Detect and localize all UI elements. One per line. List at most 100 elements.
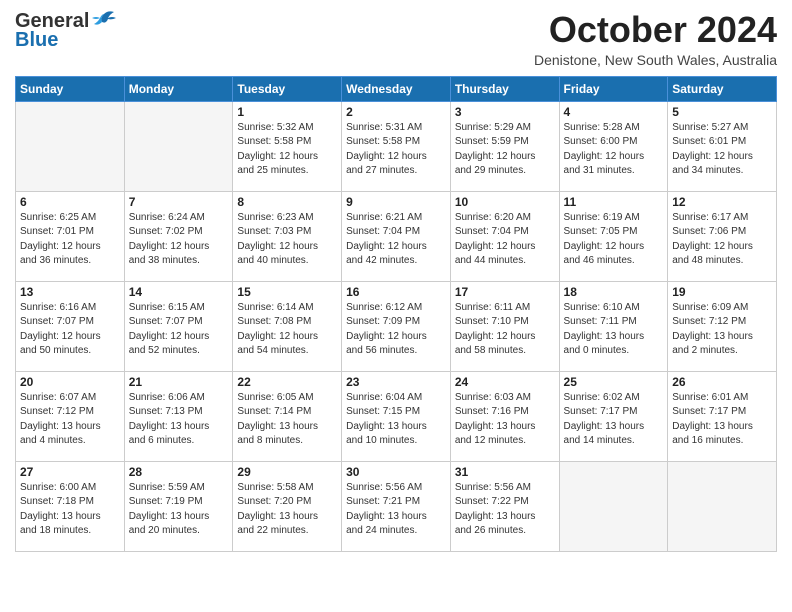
day-number: 11 [564, 195, 664, 209]
week-row-1: 1 Sunrise: 5:32 AMSunset: 5:58 PMDaylight… [16, 101, 777, 191]
day-info: Sunrise: 6:12 AMSunset: 7:09 PMDaylight:… [346, 301, 446, 359]
day-info: Sunrise: 6:21 AMSunset: 7:04 PMDaylight:… [346, 211, 446, 269]
day-number: 23 [346, 375, 446, 389]
calendar-cell: 28 Sunrise: 5:59 AMSunset: 7:19 PMDayligh… [124, 461, 233, 551]
calendar-cell [668, 461, 777, 551]
day-number: 17 [455, 285, 555, 299]
day-number: 7 [129, 195, 229, 209]
day-info: Sunrise: 5:59 AMSunset: 7:19 PMDaylight:… [129, 481, 229, 539]
day-info: Sunrise: 5:32 AMSunset: 5:58 PMDaylight:… [237, 121, 337, 179]
day-number: 1 [237, 105, 337, 119]
calendar-cell: 19 Sunrise: 6:09 AMSunset: 7:12 PMDayligh… [668, 281, 777, 371]
day-info: Sunrise: 6:15 AMSunset: 7:07 PMDaylight:… [129, 301, 229, 359]
day-info: Sunrise: 5:31 AMSunset: 5:58 PMDaylight:… [346, 121, 446, 179]
day-info: Sunrise: 6:16 AMSunset: 7:07 PMDaylight:… [20, 301, 120, 359]
day-number: 28 [129, 465, 229, 479]
calendar-cell: 16Sunrise: 6:12 AMSunset: 7:09 PMDayligh… [342, 281, 451, 371]
day-number: 15 [237, 285, 337, 299]
day-number: 3 [455, 105, 555, 119]
calendar-cell: 2 Sunrise: 5:31 AMSunset: 5:58 PMDaylight… [342, 101, 451, 191]
day-info: Sunrise: 5:58 AMSunset: 7:20 PMDaylight:… [237, 481, 337, 539]
day-info: Sunrise: 6:10 AMSunset: 7:11 PMDaylight:… [564, 301, 664, 359]
day-info: Sunrise: 6:04 AMSunset: 7:15 PMDaylight:… [346, 391, 446, 449]
day-of-week-tuesday: Tuesday [233, 76, 342, 101]
calendar-cell: 13 Sunrise: 6:16 AMSunset: 7:07 PMDayligh… [16, 281, 125, 371]
day-number: 29 [237, 465, 337, 479]
calendar-header: SundayMondayTuesdayWednesdayThursdayFrid… [16, 76, 777, 101]
calendar-cell: 18 Sunrise: 6:10 AMSunset: 7:11 PMDayligh… [559, 281, 668, 371]
calendar-cell: 5 Sunrise: 5:27 AMSunset: 6:01 PMDaylight… [668, 101, 777, 191]
calendar-cell [16, 101, 125, 191]
day-info: Sunrise: 6:14 AMSunset: 7:08 PMDaylight:… [237, 301, 337, 359]
calendar-cell: 15 Sunrise: 6:14 AMSunset: 7:08 PMDayligh… [233, 281, 342, 371]
day-number: 2 [346, 105, 446, 119]
day-number: 14 [129, 285, 229, 299]
week-row-4: 20Sunrise: 6:07 AMSunset: 7:12 PMDayligh… [16, 371, 777, 461]
day-info: Sunrise: 6:00 AMSunset: 7:18 PMDaylight:… [20, 481, 120, 539]
calendar-cell: 26 Sunrise: 6:01 AMSunset: 7:17 PMDayligh… [668, 371, 777, 461]
day-info: Sunrise: 6:06 AMSunset: 7:13 PMDaylight:… [129, 391, 229, 449]
day-info: Sunrise: 6:01 AMSunset: 7:17 PMDaylight:… [672, 391, 772, 449]
calendar-cell: 31 Sunrise: 5:56 AMSunset: 7:22 PMDayligh… [450, 461, 559, 551]
days-of-week-row: SundayMondayTuesdayWednesdayThursdayFrid… [16, 76, 777, 101]
day-of-week-friday: Friday [559, 76, 668, 101]
calendar-cell [124, 101, 233, 191]
calendar-cell: 10 Sunrise: 6:20 AMSunset: 7:04 PMDayligh… [450, 191, 559, 281]
day-info: Sunrise: 5:56 AMSunset: 7:21 PMDaylight:… [346, 481, 446, 539]
day-number: 5 [672, 105, 772, 119]
logo-blue-text: Blue [15, 29, 58, 52]
day-info: Sunrise: 6:09 AMSunset: 7:12 PMDaylight:… [672, 301, 772, 359]
week-row-2: 6Sunrise: 6:25 AMSunset: 7:01 PMDaylight… [16, 191, 777, 281]
day-number: 12 [672, 195, 772, 209]
day-info: Sunrise: 6:24 AMSunset: 7:02 PMDaylight:… [129, 211, 229, 269]
logo: General Blue [15, 10, 118, 52]
day-number: 8 [237, 195, 337, 209]
calendar-cell: 6Sunrise: 6:25 AMSunset: 7:01 PMDaylight… [16, 191, 125, 281]
calendar-cell: 20Sunrise: 6:07 AMSunset: 7:12 PMDayligh… [16, 371, 125, 461]
month-title: October 2024 [534, 10, 777, 50]
day-number: 27 [20, 465, 120, 479]
day-number: 13 [20, 285, 120, 299]
day-of-week-saturday: Saturday [668, 76, 777, 101]
day-number: 22 [237, 375, 337, 389]
calendar-cell: 23 Sunrise: 6:04 AMSunset: 7:15 PMDayligh… [342, 371, 451, 461]
day-info: Sunrise: 6:07 AMSunset: 7:12 PMDaylight:… [20, 391, 120, 449]
day-number: 26 [672, 375, 772, 389]
day-number: 10 [455, 195, 555, 209]
day-info: Sunrise: 5:28 AMSunset: 6:00 PMDaylight:… [564, 121, 664, 179]
calendar-cell [559, 461, 668, 551]
calendar-cell: 12 Sunrise: 6:17 AMSunset: 7:06 PMDayligh… [668, 191, 777, 281]
day-number: 19 [672, 285, 772, 299]
page-header: General Blue October 2024 Denistone, New… [15, 10, 777, 68]
day-info: Sunrise: 5:29 AMSunset: 5:59 PMDaylight:… [455, 121, 555, 179]
day-number: 21 [129, 375, 229, 389]
day-number: 4 [564, 105, 664, 119]
calendar-cell: 9 Sunrise: 6:21 AMSunset: 7:04 PMDaylight… [342, 191, 451, 281]
day-of-week-monday: Monday [124, 76, 233, 101]
day-info: Sunrise: 6:03 AMSunset: 7:16 PMDaylight:… [455, 391, 555, 449]
day-info: Sunrise: 6:19 AMSunset: 7:05 PMDaylight:… [564, 211, 664, 269]
day-info: Sunrise: 5:56 AMSunset: 7:22 PMDaylight:… [455, 481, 555, 539]
logo-bird-icon [90, 10, 118, 32]
calendar-cell: 30Sunrise: 5:56 AMSunset: 7:21 PMDayligh… [342, 461, 451, 551]
calendar-cell: 4 Sunrise: 5:28 AMSunset: 6:00 PMDaylight… [559, 101, 668, 191]
calendar-cell: 3 Sunrise: 5:29 AMSunset: 5:59 PMDaylight… [450, 101, 559, 191]
day-of-week-wednesday: Wednesday [342, 76, 451, 101]
day-info: Sunrise: 6:02 AMSunset: 7:17 PMDaylight:… [564, 391, 664, 449]
calendar-cell: 27 Sunrise: 6:00 AMSunset: 7:18 PMDayligh… [16, 461, 125, 551]
day-info: Sunrise: 5:27 AMSunset: 6:01 PMDaylight:… [672, 121, 772, 179]
day-info: Sunrise: 6:20 AMSunset: 7:04 PMDaylight:… [455, 211, 555, 269]
calendar-cell: 17Sunrise: 6:11 AMSunset: 7:10 PMDayligh… [450, 281, 559, 371]
calendar-cell: 7 Sunrise: 6:24 AMSunset: 7:02 PMDaylight… [124, 191, 233, 281]
location: Denistone, New South Wales, Australia [534, 52, 777, 68]
day-info: Sunrise: 6:17 AMSunset: 7:06 PMDaylight:… [672, 211, 772, 269]
day-info: Sunrise: 6:23 AMSunset: 7:03 PMDaylight:… [237, 211, 337, 269]
day-info: Sunrise: 6:25 AMSunset: 7:01 PMDaylight:… [20, 211, 120, 269]
calendar-cell: 8 Sunrise: 6:23 AMSunset: 7:03 PMDaylight… [233, 191, 342, 281]
calendar-cell: 11 Sunrise: 6:19 AMSunset: 7:05 PMDayligh… [559, 191, 668, 281]
week-row-3: 13 Sunrise: 6:16 AMSunset: 7:07 PMDayligh… [16, 281, 777, 371]
day-number: 31 [455, 465, 555, 479]
day-number: 24 [455, 375, 555, 389]
day-number: 9 [346, 195, 446, 209]
day-number: 18 [564, 285, 664, 299]
